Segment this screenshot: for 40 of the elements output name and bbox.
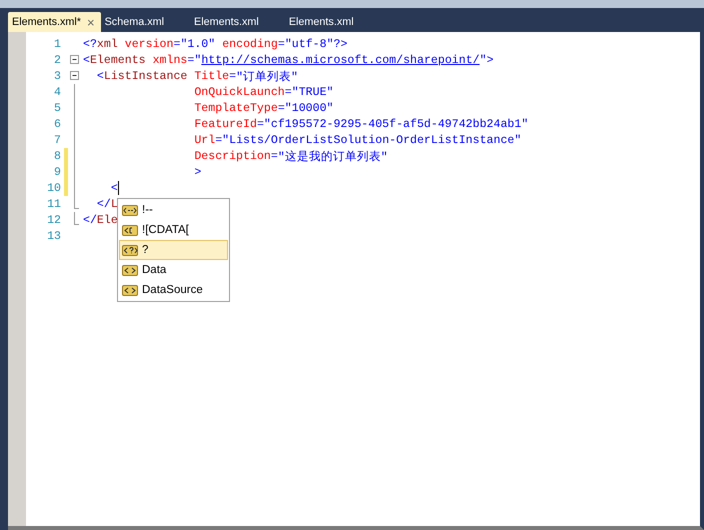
line-number: 10 bbox=[46, 182, 61, 194]
code-line: <Elements xmlns="http://schemas.microsoft.com/sharepoint/"> bbox=[83, 54, 494, 66]
completion-item[interactable]: DataSource bbox=[119, 280, 228, 300]
xml-tag-icon bbox=[122, 284, 138, 296]
line-number: 11 bbox=[46, 198, 61, 210]
completion-item[interactable]: Data bbox=[119, 260, 228, 280]
xml-tag-icon bbox=[122, 264, 138, 276]
completion-item[interactable]: ![CDATA[ bbox=[119, 220, 228, 240]
line-number: 4 bbox=[53, 86, 61, 98]
xml-tag-icon bbox=[122, 224, 138, 236]
line-number: 7 bbox=[53, 134, 61, 146]
file-tab[interactable]: Schema.xml bbox=[100, 12, 170, 32]
line-number: 8 bbox=[53, 150, 61, 162]
line-number: 12 bbox=[46, 214, 61, 226]
xml-tag-icon bbox=[122, 204, 138, 216]
code-line: </Ele bbox=[83, 214, 118, 226]
code-line: <?xml version="1.0" encoding="utf-8"?> bbox=[83, 38, 348, 50]
code-line: FeatureId="cf195572-9295-405f-af5d-49742bb24ab1" bbox=[193, 118, 528, 130]
code-line: < bbox=[110, 181, 119, 195]
completion-item[interactable]: !-- bbox=[119, 200, 228, 220]
close-icon[interactable]: × bbox=[87, 14, 95, 30]
code-line: <ListInstance Title="订单列表" bbox=[96, 68, 298, 84]
line-number: 1 bbox=[53, 38, 61, 50]
code-line: OnQuickLaunch="TRUE" bbox=[193, 86, 334, 98]
line-number: 13 bbox=[46, 230, 61, 242]
code-line: </L bbox=[96, 198, 118, 210]
line-number: 6 bbox=[53, 118, 61, 130]
line-number: 5 bbox=[53, 102, 61, 114]
completion-item[interactable]: ? bbox=[119, 240, 228, 260]
file-tab[interactable]: Elements.xml* × bbox=[8, 12, 101, 32]
code-line: > bbox=[193, 166, 202, 178]
code-line: Url="Lists/OrderListSolution-OrderListInstance" bbox=[193, 134, 522, 146]
file-tab[interactable]: Elements.xml bbox=[284, 12, 360, 32]
code-line: Description="这是我的订单列表" bbox=[193, 148, 388, 164]
file-tab[interactable]: Elements.xml bbox=[190, 12, 265, 32]
line-number: 3 bbox=[53, 70, 61, 82]
line-number: 2 bbox=[53, 54, 61, 66]
line-number: 9 bbox=[53, 166, 61, 178]
code-line: TemplateType="10000" bbox=[193, 102, 334, 114]
xml-tag-icon bbox=[122, 244, 138, 256]
